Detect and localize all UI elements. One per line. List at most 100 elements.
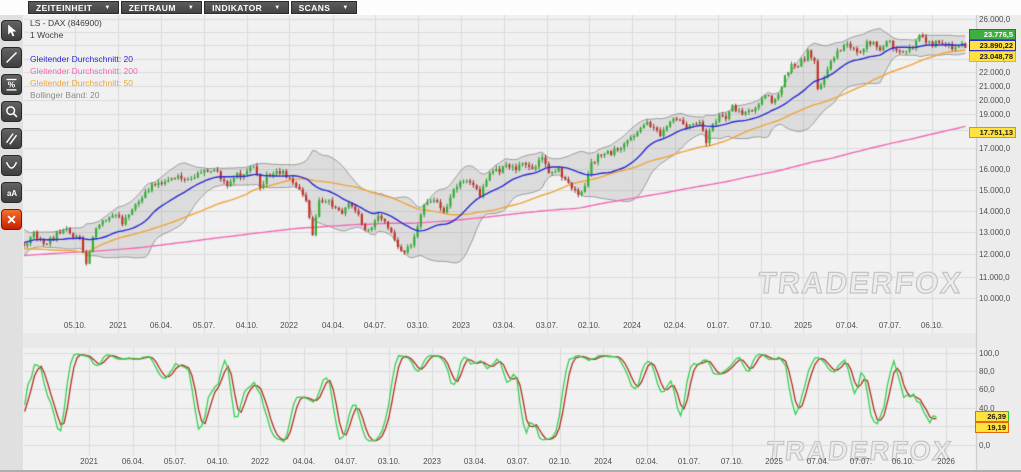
date-axis-label: 01.07.: [706, 321, 730, 330]
date-axis-label: 04.10.: [235, 321, 259, 330]
chevron-down-icon: ▼: [342, 4, 349, 11]
date-axis-label: 03.10.: [406, 321, 430, 330]
date-axis-label: 2026: [937, 457, 955, 466]
tool-arc-button[interactable]: [1, 155, 22, 176]
date-axis-label: 2023: [423, 457, 441, 466]
date-axis-label: 04.07.: [334, 457, 358, 466]
delete-icon: [4, 212, 19, 227]
date-axis-label: 05.07.: [192, 321, 216, 330]
price-axis-label: 10.000,0: [979, 294, 1011, 303]
tool-delete-button[interactable]: [1, 209, 22, 230]
menu-label: SCANS: [298, 2, 331, 13]
date-axis-label: 04.10.: [206, 457, 230, 466]
chart-canvas[interactable]: [0, 0, 1021, 472]
date-axis-label: 04.04.: [292, 457, 316, 466]
date-axis-label: 2021: [109, 321, 127, 330]
date-axis-label: 2025: [794, 321, 812, 330]
sma50-value-badge: 23.048,78: [969, 51, 1016, 62]
date-axis-label: 05.10.: [63, 321, 87, 330]
indicator-legend: Gleitender Durchschnitt: 20 Gleitender Du…: [30, 53, 138, 101]
legend-item: Gleitender Durchschnitt: 20: [30, 54, 133, 64]
oscillator-axis-label: 80,0: [979, 367, 995, 376]
chevron-down-icon: ▼: [104, 4, 111, 11]
price-axis-label: 20.000,0: [979, 96, 1011, 105]
svg-text:%: %: [8, 79, 16, 89]
date-axis-label: 2021: [80, 457, 98, 466]
date-axis-label: 2023: [452, 321, 470, 330]
date-axis-label: 07.10.: [749, 321, 773, 330]
menu-label: ZEITRAUM: [128, 2, 176, 13]
stoch-k-value-badge: 26,39: [975, 411, 1009, 422]
oscillator-axis-label: 60,0: [979, 385, 995, 394]
tool-trendline-button[interactable]: [1, 47, 22, 68]
date-axis-label: 2022: [280, 321, 298, 330]
tool-zoom-button[interactable]: [1, 101, 22, 122]
price-axis-label: 16.000,0: [979, 165, 1011, 174]
date-axis-label: 2022: [251, 457, 269, 466]
date-axis-label: 07.07.: [849, 457, 873, 466]
arc-icon: [4, 158, 19, 173]
charting-window: ZEITEINHEIT ▼ ZEITRAUM ▼ INDIKATOR ▼ SCANS ▼ % a…: [0, 0, 1021, 472]
legend-item: Gleitender Durchschnitt: 200: [30, 66, 138, 76]
price-axis-label: 13.000,0: [979, 228, 1011, 237]
sma20-value-badge: 23.890,22: [969, 40, 1016, 51]
date-axis-label: 03.07.: [506, 457, 530, 466]
date-axis-label: 02.10.: [548, 457, 572, 466]
fibonacci-percent-icon: %: [4, 77, 19, 92]
tool-parallel-lines-button[interactable]: [1, 128, 22, 149]
tool-fibonacci-percent-button[interactable]: %: [1, 74, 22, 95]
date-axis-label: 05.07.: [163, 457, 187, 466]
date-axis-label: 03.04.: [492, 321, 516, 330]
trendline-icon: [4, 50, 19, 65]
menu-scans[interactable]: SCANS ▼: [290, 1, 357, 14]
date-axis-label: 04.04.: [321, 321, 345, 330]
price-axis-label: 11.000,0: [979, 273, 1010, 282]
date-axis-label: 03.10.: [377, 457, 401, 466]
date-axis-label: 02.10.: [577, 321, 601, 330]
date-axis-label: 03.04.: [463, 457, 487, 466]
timeframe-label: 1 Woche: [30, 30, 64, 40]
text-tool-icon: aA: [4, 185, 20, 200]
menu-zeiteinheit[interactable]: ZEITEINHEIT ▼: [28, 1, 119, 14]
price-axis-label: 19.000,0: [979, 110, 1011, 119]
tool-text-tool-button[interactable]: aA: [1, 182, 22, 203]
tool-cursor-button[interactable]: [1, 20, 22, 41]
instrument-title: LS - DAX (846900): [30, 18, 102, 28]
chevron-down-icon: ▼: [187, 4, 195, 11]
price-axis-label: 26.000,0: [979, 15, 1011, 24]
date-axis-label: 02.04.: [663, 321, 687, 330]
svg-text:aA: aA: [6, 189, 16, 198]
price-axis-label: 14.000,0: [979, 207, 1011, 216]
date-axis-label: 01.07.: [677, 457, 701, 466]
cursor-icon: [4, 23, 19, 38]
date-axis-label: 07.10.: [720, 457, 744, 466]
chart-legend: LS - DAX (846900) 1 Woche Gleitender Dur…: [30, 17, 138, 101]
chevron-down-icon: ▼: [274, 4, 281, 11]
drawing-toolbar: % aA: [0, 15, 23, 472]
stoch-d-value-badge: 19,19: [975, 422, 1009, 433]
legend-item: Gleitender Durchschnitt: 50: [30, 78, 133, 88]
date-axis-label: 04.07.: [363, 321, 387, 330]
last-price-badge: 23.776,5: [969, 29, 1016, 40]
menu-label: ZEITEINHEIT: [36, 2, 93, 13]
legend-item: Bollinger Band: 20: [30, 90, 100, 100]
date-axis-label: 02.04.: [635, 457, 659, 466]
menu-indikator[interactable]: INDIKATOR ▼: [204, 1, 289, 14]
oscillator-axis-label: 0,0: [979, 441, 991, 450]
date-axis-label: 2024: [594, 457, 612, 466]
price-axis-label: 22.000,0: [979, 68, 1011, 77]
price-axis-label: 12.000,0: [979, 250, 1011, 259]
date-axis-label: 2025: [765, 457, 783, 466]
price-axis-label: 21.000,0: [979, 82, 1011, 91]
date-axis-label: 06.04.: [149, 321, 173, 330]
menu-zeitraum[interactable]: ZEITRAUM ▼: [120, 1, 203, 14]
date-axis-label: 06.10.: [891, 457, 915, 466]
date-axis-label: 07.04.: [806, 457, 830, 466]
zoom-icon: [4, 104, 19, 119]
date-axis-label: 06.04.: [121, 457, 145, 466]
menu-label: INDIKATOR: [212, 2, 263, 13]
sma200-value-badge: 17.751,13: [969, 127, 1016, 138]
date-axis-label: 03.07.: [535, 321, 559, 330]
date-axis-label: 07.07.: [878, 321, 902, 330]
parallel-lines-icon: [4, 131, 19, 146]
